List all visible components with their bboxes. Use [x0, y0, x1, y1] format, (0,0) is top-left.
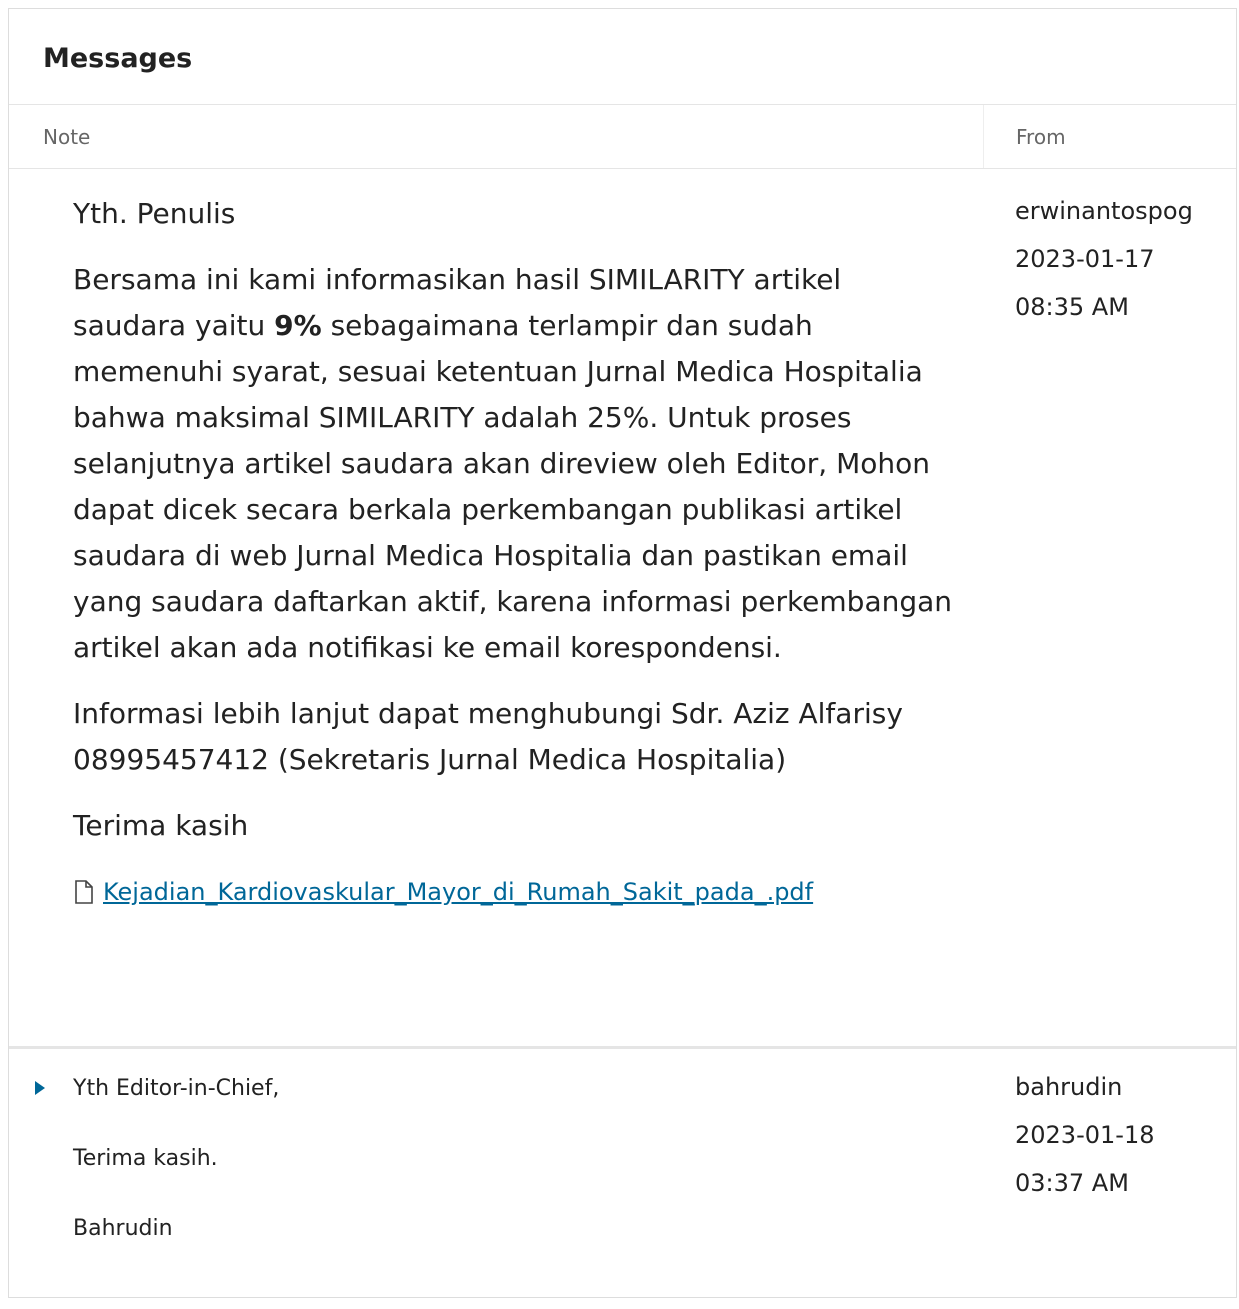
expand-triangle-icon[interactable]: [35, 1081, 45, 1095]
message-row: Yth. Penulis Bersama ini kami informasik…: [9, 169, 1236, 1049]
from-user: erwinantospog: [1015, 197, 1193, 225]
column-header-note: Note: [43, 125, 91, 149]
attachment: Kejadian_Kardiovaskular_Mayor_di_Rumah_S…: [73, 869, 953, 915]
from-time: 08:35 AM: [1015, 293, 1129, 321]
message-signature: Bahrudin: [73, 1216, 173, 1241]
message-note: Yth Editor-in-Chief, Terima kasih. Bahru…: [73, 1073, 279, 1283]
message-info: Informasi lebih lanjut dapat menghubungi…: [73, 697, 903, 776]
message-body: Bersama ini kami informasikan hasil SIMI…: [73, 263, 953, 664]
message-greeting: Yth. Penulis: [73, 197, 236, 230]
similarity-value: 9%: [274, 309, 322, 342]
table-header: Note From: [9, 105, 1236, 169]
file-icon: [75, 880, 93, 904]
message-from: erwinantospog 2023-01-17 08:35 AM: [1015, 187, 1193, 331]
message-greeting: Yth Editor-in-Chief,: [73, 1076, 280, 1101]
from-date: 2023-01-18: [1015, 1121, 1155, 1149]
from-date: 2023-01-17: [1015, 245, 1155, 273]
from-time: 03:37 AM: [1015, 1169, 1129, 1197]
column-header-from: From: [983, 105, 1203, 168]
panel-title: Messages: [9, 9, 1236, 105]
message-note: Yth. Penulis Bersama ini kami informasik…: [73, 191, 953, 915]
message-line: Terima kasih.: [73, 1146, 218, 1171]
message-closing: Terima kasih: [73, 809, 249, 842]
message-from: bahrudin 2023-01-18 03:37 AM: [1015, 1063, 1154, 1207]
from-user: bahrudin: [1015, 1073, 1123, 1101]
message-row[interactable]: Yth Editor-in-Chief, Terima kasih. Bahru…: [9, 1049, 1236, 1309]
messages-panel: Messages Note From Yth. Penulis Bersama …: [8, 8, 1237, 1298]
attachment-link[interactable]: Kejadian_Kardiovaskular_Mayor_di_Rumah_S…: [103, 869, 813, 915]
